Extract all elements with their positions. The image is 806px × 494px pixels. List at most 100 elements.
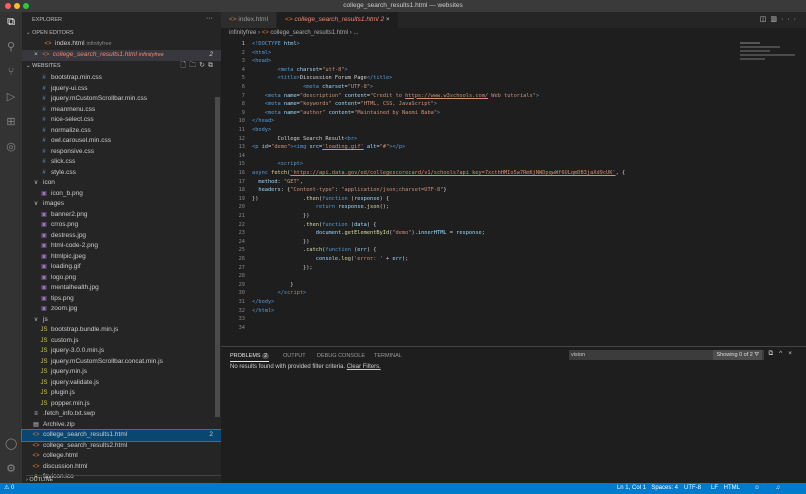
code-line[interactable]: College Search Result<br> [252, 135, 357, 144]
code-line[interactable]: </body> [252, 298, 274, 307]
close-window-button[interactable] [5, 3, 11, 9]
maximize-panel-icon[interactable]: ^ [779, 350, 788, 357]
status-cursor-position[interactable]: Ln 1, Col 1 [617, 483, 646, 494]
settings-gear-icon[interactable]: ⚙ [5, 463, 17, 475]
code-line[interactable]: }) [252, 212, 309, 221]
code-line[interactable]: }) .then(function (response) { [252, 195, 389, 204]
status-language[interactable]: HTML [724, 483, 740, 494]
code-line[interactable]: <title>Discussion Forum Page</title> [252, 74, 392, 83]
file-item[interactable]: JSplugin.js [22, 388, 221, 399]
account-icon[interactable]: ◯ [5, 438, 17, 450]
websites-header[interactable]: ⌄ WEBSITES [26, 63, 61, 69]
file-item[interactable]: #owl.carousel.min.css [22, 136, 221, 147]
breadcrumb-folder[interactable]: infinityfree [229, 30, 256, 36]
refresh-icon[interactable]: ↻ [199, 62, 208, 69]
explorer-icon[interactable]: ⧉ [5, 16, 17, 28]
folder-item[interactable]: vjs [22, 315, 221, 326]
file-item[interactable]: ▣destress.jpg [22, 231, 221, 242]
code-line[interactable]: <meta name="author" content="Maintained … [252, 109, 440, 118]
extensions-icon[interactable]: ⊞ [5, 116, 17, 128]
code-line[interactable]: <meta charset="utf-8"> [252, 66, 348, 75]
status-problems[interactable]: ⚠ 0 [4, 483, 14, 494]
code-line[interactable]: </html> [252, 307, 274, 316]
file-item[interactable]: #jquery-ui.css [22, 84, 221, 95]
minimize-window-button[interactable] [14, 3, 20, 9]
collapse-all-icon[interactable]: ⧉ [768, 350, 779, 357]
source-control-icon[interactable]: ⑂ [5, 66, 17, 78]
code-line[interactable]: <body> [252, 126, 271, 135]
code-line[interactable]: headers: {"Content-type": "application/j… [252, 186, 447, 195]
code-line[interactable]: </head> [252, 117, 274, 126]
file-item[interactable]: ▣html-code-2.png [22, 241, 221, 252]
more-actions-icon[interactable]: ··· [206, 15, 213, 22]
minimap[interactable] [740, 40, 800, 80]
file-item[interactable]: ▣tips.png [22, 294, 221, 305]
code-line[interactable]: return response.json(); [252, 203, 389, 212]
file-item[interactable]: ▣logo.png [22, 273, 221, 284]
file-item[interactable]: #responsive.css [22, 147, 221, 158]
filter-icon[interactable]: ⛛ [754, 352, 759, 358]
tab-index-html[interactable]: <> index.html [221, 12, 276, 28]
file-item[interactable]: ▣banner2.png [22, 210, 221, 221]
code-line[interactable]: }) [252, 238, 309, 247]
file-item[interactable]: ≡.fetch_info.txt.swp [22, 409, 221, 420]
code-line[interactable]: async fetch('https://api.data.gov/ed/col… [252, 169, 625, 178]
code-line[interactable]: <meta name="keywords" content="HTML, CSS… [252, 100, 437, 109]
code-line[interactable]: console.log('error: ' + err); [252, 255, 408, 264]
notifications-bell-icon[interactable]: ♫ [776, 483, 781, 494]
tab-college-search-results1[interactable]: <> college_search_results1.html 2 × [277, 12, 398, 28]
feedback-icon[interactable]: ☺ [754, 483, 760, 494]
file-item[interactable]: JSbootstrap.bundle.min.js [22, 325, 221, 336]
breadcrumb-file[interactable]: college_search_results1.html [270, 30, 348, 36]
file-item[interactable]: ▣mentalhealth.jpg [22, 283, 221, 294]
file-item[interactable]: JSpopper.min.js [22, 399, 221, 410]
remote-icon[interactable]: ◎ [5, 141, 17, 153]
file-item[interactable]: <>discussion.html [22, 462, 221, 473]
close-tab-icon[interactable]: × [386, 16, 390, 23]
new-folder-icon[interactable]: 🗀 [189, 62, 199, 69]
tab-problems[interactable]: PROBLEMS 2 [230, 353, 269, 362]
file-item[interactable]: ▣zoom.jpg [22, 304, 221, 315]
code-line[interactable]: .then(function (data) { [252, 221, 376, 230]
file-item[interactable]: #meanmenu.css [22, 105, 221, 116]
status-encoding[interactable]: UTF-8 [684, 483, 701, 494]
code-line[interactable]: document.getElementById("demo").innerHTM… [252, 229, 485, 238]
clear-filters-link[interactable]: Clear Filters. [347, 364, 381, 370]
file-item[interactable]: ▣htmlpic.jpeg [22, 252, 221, 263]
file-item[interactable]: <>college_search_results1.html2 [22, 430, 221, 441]
problems-filter-input[interactable]: visionShowing 0 of 2 ⛛ [569, 350, 764, 360]
code-line[interactable]: }); [252, 264, 313, 273]
file-item[interactable]: JSjquery.validate.js [22, 378, 221, 389]
file-item[interactable]: ▣icon_b.png [22, 189, 221, 200]
open-editors-header[interactable]: ⌄ OPEN EDITORS [26, 30, 74, 36]
file-item[interactable]: #bootstrap.min.css [22, 73, 221, 84]
code-line[interactable]: <meta charset="UTF-8"> [252, 83, 373, 92]
file-item[interactable]: JSjquery-3.0.0.min.js [22, 346, 221, 357]
code-line[interactable]: <meta name="description" content="Credit… [252, 92, 539, 101]
file-item[interactable]: <>college.html [22, 451, 221, 462]
code-line[interactable]: <head> [252, 57, 271, 66]
open-editor-item[interactable]: <>index.html infinityfree [22, 39, 221, 50]
close-panel-icon[interactable]: × [788, 350, 798, 357]
open-editor-item-active[interactable]: ×<>college_search_results1.html infinity… [22, 50, 221, 61]
file-item[interactable]: ▤Archive.zip [22, 420, 221, 431]
code-line[interactable]: </script> [252, 289, 306, 298]
close-icon[interactable]: × [34, 51, 38, 58]
sidebar-scrollbar[interactable] [215, 97, 220, 417]
status-eol[interactable]: LF [711, 483, 718, 494]
tab-output[interactable]: OUTPUT [283, 353, 306, 359]
folder-item[interactable]: vimages [22, 199, 221, 210]
code-line[interactable]: <html> [252, 49, 271, 58]
status-indentation[interactable]: Spaces: 4 [651, 483, 678, 494]
open-preview-icon[interactable]: ◫ [760, 16, 771, 23]
file-item[interactable]: #normalize.css [22, 126, 221, 137]
code-line[interactable]: method: "GET", [252, 178, 303, 187]
file-item[interactable]: #style.css [22, 168, 221, 179]
breadcrumb-symbol[interactable]: ... [353, 30, 358, 36]
maximize-window-button[interactable] [23, 3, 29, 9]
file-item[interactable]: ▣crros.png [22, 220, 221, 231]
run-debug-icon[interactable]: ▷ [5, 91, 17, 103]
file-item[interactable]: JSjquery.mCustomScrollbar.concat.min.js [22, 357, 221, 368]
code-line[interactable]: .catch(function (err) { [252, 246, 376, 255]
tab-debug-console[interactable]: DEBUG CONSOLE [317, 353, 365, 359]
